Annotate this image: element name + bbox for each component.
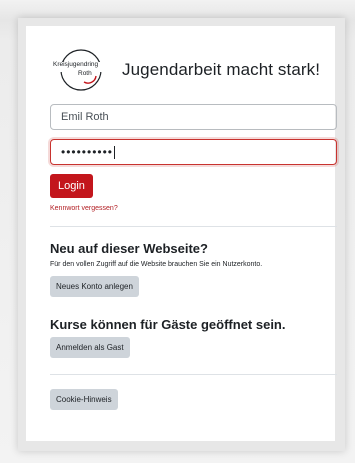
text-caret: [114, 145, 116, 159]
logo-text-line1: Kreisjugendring: [53, 61, 99, 68]
divider: [50, 374, 337, 375]
login-button[interactable]: Login: [50, 174, 93, 198]
username-input[interactable]: Emil Roth: [50, 104, 337, 130]
brand-header: Kreisjugendring Roth Jugendarbeit macht …: [50, 48, 330, 92]
login-content: Kreisjugendring Roth Jugendarbeit macht …: [50, 48, 337, 410]
forgot-password-link[interactable]: Kennwort vergessen?: [50, 205, 330, 212]
guest-heading: Kurse können für Gäste geöffnet sein.: [50, 317, 286, 332]
logo-text-line2: Roth: [78, 70, 92, 77]
signup-description: Für den vollen Zugriff auf die Website b…: [50, 261, 263, 268]
divider: [50, 226, 337, 227]
logo: Kreisjugendring Roth: [50, 48, 112, 92]
login-card: Kreisjugendring Roth Jugendarbeit macht …: [18, 18, 345, 451]
username-value: Emil Roth: [61, 111, 109, 123]
signup-heading: Neu auf dieser Webseite?: [50, 241, 208, 256]
site-title: Jugendarbeit macht stark!: [122, 60, 321, 79]
create-account-button[interactable]: Neues Konto anlegen: [50, 276, 139, 297]
password-value: ••••••••••: [61, 145, 114, 159]
guest-login-button[interactable]: Anmelden als Gast: [50, 337, 130, 358]
cookie-notice-button[interactable]: Cookie-Hinweis: [50, 389, 118, 410]
password-input[interactable]: ••••••••••: [50, 139, 337, 165]
